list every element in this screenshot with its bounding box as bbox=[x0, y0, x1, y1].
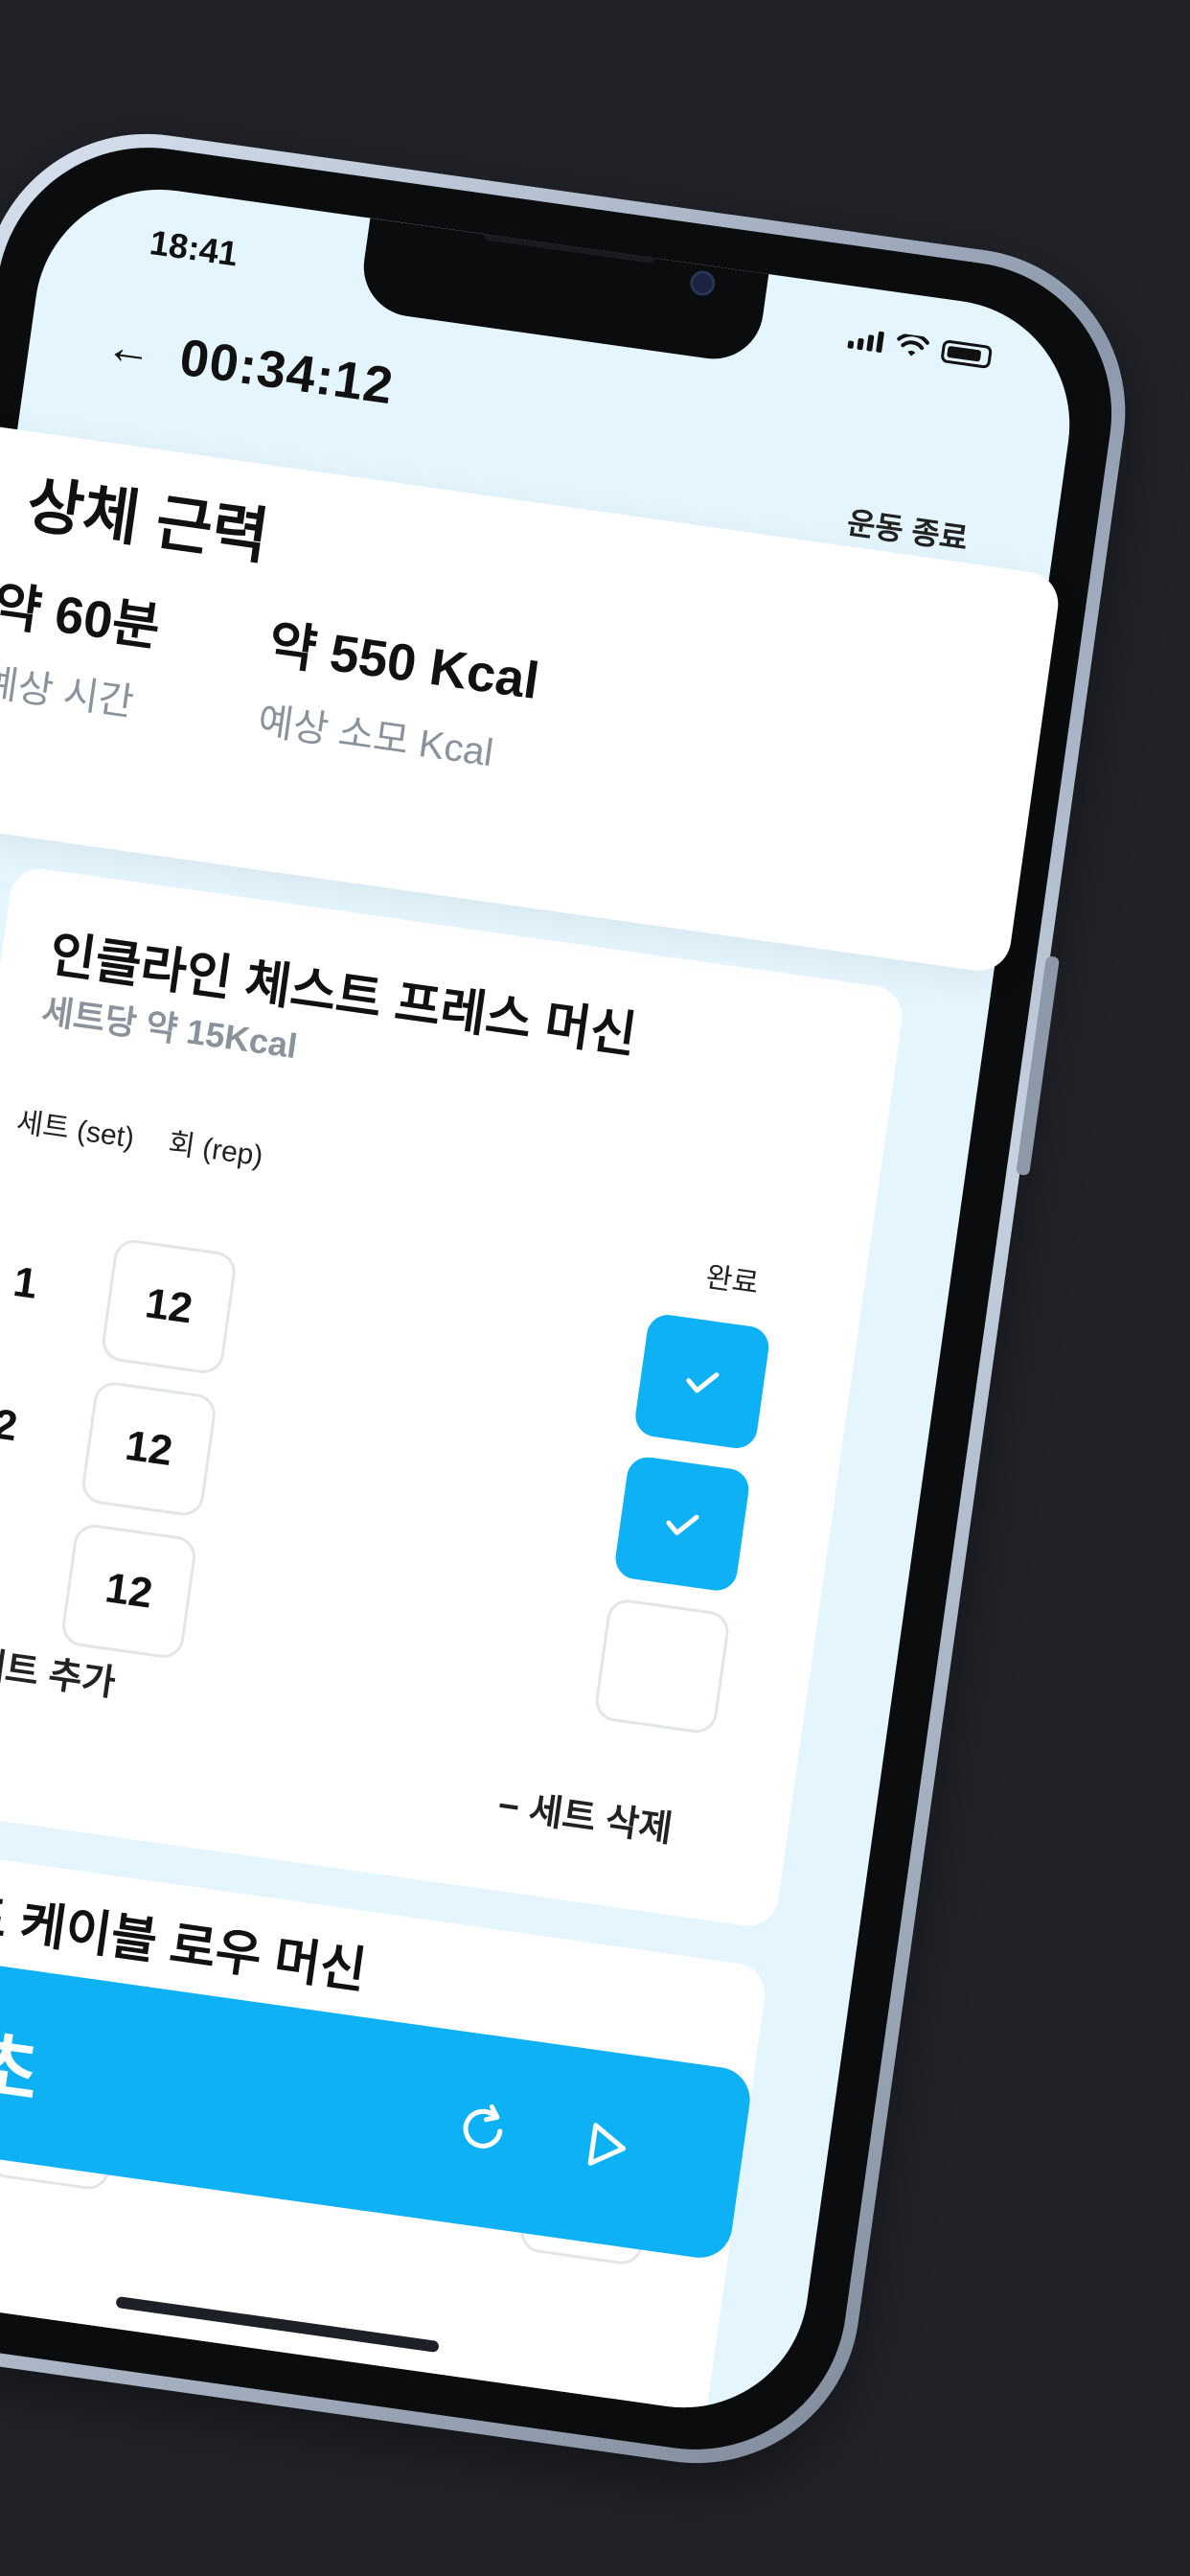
done-column-header: 완료 bbox=[703, 1261, 761, 1300]
duration-label: 예상 시간 bbox=[0, 660, 137, 724]
rep-column-header: 회 (rep) bbox=[166, 1127, 265, 1173]
rep-input[interactable]: 12 bbox=[59, 1522, 198, 1661]
notch bbox=[357, 218, 769, 366]
set-column-header: 세트 (set) bbox=[14, 1106, 137, 1155]
set-number: 1 bbox=[10, 1257, 41, 1308]
battery-icon bbox=[940, 339, 994, 370]
rest-timer-value: 60 초 bbox=[0, 2009, 44, 2116]
wifi-icon bbox=[897, 333, 929, 356]
rep-input[interactable]: 12 bbox=[99, 1237, 239, 1376]
back-arrow-icon[interactable]: ← bbox=[103, 321, 155, 378]
done-checkbox[interactable] bbox=[612, 1454, 752, 1594]
front-camera bbox=[688, 268, 717, 298]
duration-value: 약 60분 bbox=[0, 576, 164, 657]
speaker bbox=[483, 228, 656, 264]
done-checkbox[interactable] bbox=[592, 1597, 732, 1736]
workout-timer: 00:34:12 bbox=[176, 328, 398, 416]
checkmark-icon bbox=[686, 1372, 720, 1393]
workout-title: 상체 근력 bbox=[22, 469, 273, 572]
workout-header: ← 00:34:12 bbox=[103, 317, 398, 416]
set-number: 2 bbox=[0, 1400, 21, 1451]
duration-stat: 약 60분 예상 시간 bbox=[0, 563, 166, 729]
signal-icon bbox=[847, 327, 885, 354]
checkmark-icon bbox=[666, 1514, 699, 1535]
reset-icon[interactable] bbox=[442, 2087, 524, 2170]
kcal-stat: 약 550 Kcal 예상 소모 Kcal bbox=[255, 601, 544, 782]
status-time: 18:41 bbox=[147, 222, 240, 274]
app-store-scene: 18:41 ← 00:34:12 운동 종료 인클라인 체스트 프레스 머신 세… bbox=[0, 0, 1190, 2576]
delete-set-button[interactable]: − 세트 삭제 bbox=[495, 1776, 676, 1852]
status-icons bbox=[847, 326, 994, 370]
done-checkbox[interactable] bbox=[632, 1312, 772, 1451]
exercise-card: 인클라인 체스트 프레스 머신 세트당 약 15Kcal 세트 (set) 회 … bbox=[0, 864, 906, 1930]
rep-input[interactable]: 12 bbox=[80, 1379, 218, 1519]
play-icon[interactable] bbox=[565, 2105, 648, 2188]
